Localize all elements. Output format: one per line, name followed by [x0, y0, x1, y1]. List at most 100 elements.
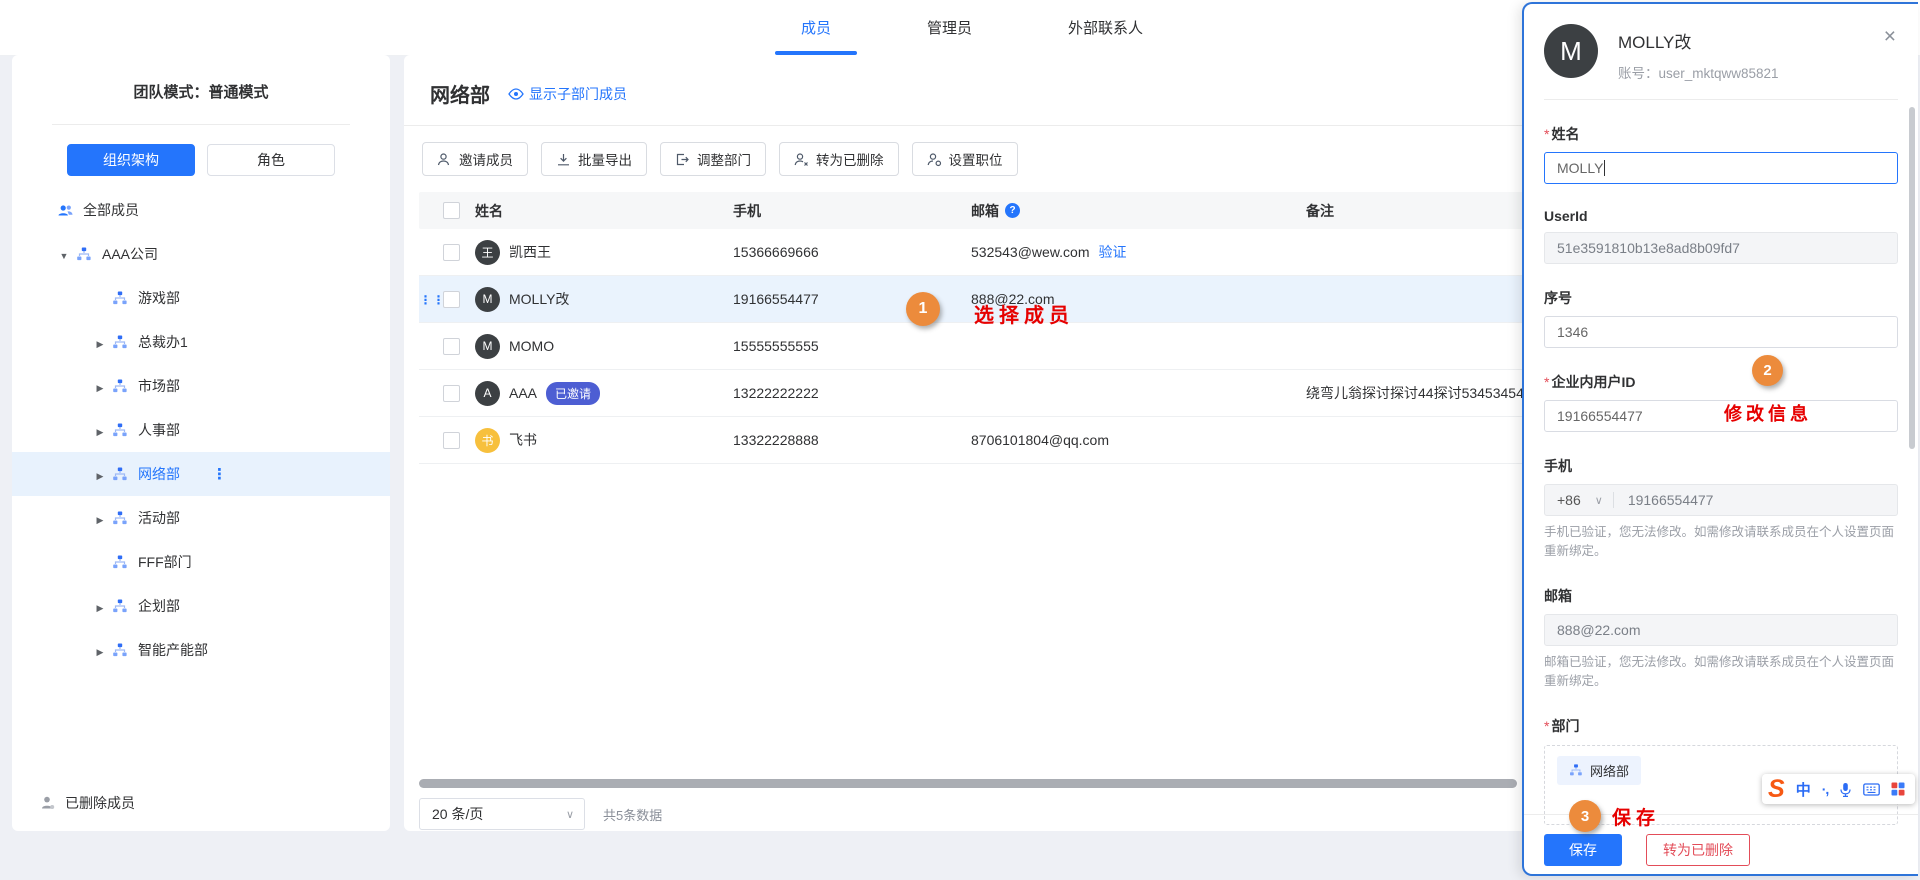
member-phone: 13222222222: [733, 385, 971, 401]
tree-item[interactable]: 活动部: [12, 496, 390, 540]
show-subdept-link[interactable]: 显示子部门成员: [508, 84, 627, 104]
ime-toolbar: S 中 ·,: [1762, 774, 1915, 804]
row-checkbox[interactable]: [443, 291, 460, 308]
panel-header: M MOLLY改 账号：user_mktqww85821: [1544, 4, 1898, 82]
org-structure-button[interactable]: 组织架构: [67, 144, 195, 176]
tab[interactable]: 成员: [775, 0, 857, 55]
member-panel: 网络部 显示子部门成员 邀请成员 批量导出 调整部门 转为已删除: [404, 55, 1545, 831]
member-phone: 15366669666: [733, 244, 971, 260]
tree-item-label: 企划部: [138, 596, 180, 616]
divider: [52, 124, 350, 125]
row-checkbox[interactable]: [443, 385, 460, 402]
close-icon[interactable]: ×: [1884, 26, 1896, 47]
caret-icon[interactable]: [93, 510, 107, 526]
sequence-input[interactable]: 1346: [1544, 316, 1898, 348]
text-cursor: [1604, 160, 1605, 176]
member-detail-panel: M MOLLY改 账号：user_mktqww85821 × 姓名 MOLLY …: [1522, 2, 1918, 876]
keyboard-icon[interactable]: [1863, 783, 1880, 796]
caret-icon[interactable]: [57, 246, 71, 262]
tree-item[interactable]: 市场部: [12, 364, 390, 408]
ime-language-toggle[interactable]: 中: [1796, 779, 1811, 800]
annotation-text-2: 修改信息: [1724, 400, 1812, 426]
department-icon: [112, 334, 129, 351]
table-row[interactable]: A AAA 已邀请 13222222222 绕弯儿翁探讨探讨44探讨534534…: [419, 370, 1530, 417]
adjust-department-button[interactable]: 调整部门: [660, 142, 766, 176]
batch-export-button[interactable]: 批量导出: [541, 142, 647, 176]
tree-item[interactable]: 总裁办1: [12, 320, 390, 364]
table-row[interactable]: 书 飞书 13322228888 8706101804@qq.com: [419, 417, 1530, 464]
caret-icon[interactable]: [93, 642, 107, 658]
caret-icon[interactable]: [93, 422, 107, 438]
invite-member-button[interactable]: 邀请成员: [422, 142, 528, 176]
table-row[interactable]: M MOMO 15555555555: [419, 323, 1530, 370]
team-mode-title: 团队模式：普通模式: [12, 81, 390, 102]
tree-item[interactable]: 智能产能部: [12, 628, 390, 672]
col-email: 邮箱?: [971, 201, 1306, 221]
tree-item[interactable]: FFF部门: [12, 540, 390, 584]
phone-help-text: 手机已验证，您无法修改。如需修改请联系成员在个人设置页面重新绑定。: [1544, 523, 1898, 562]
tab[interactable]: 外部联系人: [1042, 0, 1169, 55]
tree-item[interactable]: 企划部: [12, 584, 390, 628]
table-header: 姓名 手机 邮箱? 备注: [419, 192, 1530, 229]
department-tag[interactable]: 网络部: [1557, 756, 1641, 785]
vertical-scrollbar[interactable]: [1909, 107, 1915, 449]
caret-icon[interactable]: [93, 378, 107, 394]
tree-item[interactable]: 游戏部: [12, 276, 390, 320]
row-checkbox[interactable]: [443, 338, 460, 355]
save-button[interactable]: 保存: [1544, 834, 1622, 866]
phone-input: +86 ∨ 19166554477: [1544, 484, 1898, 516]
name-input[interactable]: MOLLY: [1544, 152, 1898, 184]
tab-label: 外部联系人: [1068, 17, 1143, 38]
select-all-checkbox[interactable]: [443, 202, 460, 219]
tree-item-label: FFF部门: [138, 552, 192, 572]
tree-item-label: 全部成员: [83, 200, 139, 220]
sogou-logo-icon[interactable]: S: [1768, 777, 1785, 802]
table-row[interactable]: 王 凯西王 15366669666 532543@wew.com 验证: [419, 229, 1530, 276]
table-body: 王 凯西王 15366669666 532543@wew.com 验证: [419, 229, 1530, 464]
tab[interactable]: 管理员: [901, 0, 998, 55]
more-menu-icon[interactable]: ⋮: [212, 465, 227, 483]
tree-item[interactable]: 全部成员: [12, 188, 390, 232]
horizontal-scrollbar[interactable]: [419, 779, 1517, 788]
person-setting-icon: [927, 152, 942, 167]
department-icon: [112, 598, 129, 615]
row-checkbox[interactable]: [443, 432, 460, 449]
page-size-select[interactable]: 20 条/页 ∨: [419, 798, 585, 830]
corp-userid-input[interactable]: 19166554477: [1544, 400, 1898, 432]
download-icon: [556, 152, 571, 167]
roles-button[interactable]: 角色: [207, 144, 335, 176]
microphone-icon[interactable]: [1839, 782, 1852, 797]
sequence-label: 序号: [1544, 288, 1898, 308]
tree-item[interactable]: 人事部: [12, 408, 390, 452]
tree-item-label: 游戏部: [138, 288, 180, 308]
department-tree: 全部成员 AAA公司 游戏部: [12, 188, 390, 672]
avatar: M: [475, 287, 500, 312]
ime-punctuation-toggle[interactable]: ·,: [1822, 781, 1829, 797]
verify-link[interactable]: 验证: [1099, 242, 1127, 262]
phone-prefix-select[interactable]: +86: [1557, 492, 1581, 508]
app-root: 成员 管理员 外部联系人 团队模式：普通模式 组织架构 角色: [0, 0, 1920, 880]
caret-icon[interactable]: [93, 598, 107, 614]
drag-handle-icon[interactable]: [419, 295, 443, 305]
caret-icon[interactable]: [93, 466, 107, 482]
member-table: 姓名 手机 邮箱? 备注 王 凯西王 15366669666: [419, 192, 1530, 464]
move-to-deleted-button[interactable]: 转为已删除: [779, 142, 899, 176]
tree-item[interactable]: AAA公司: [12, 232, 390, 276]
row-checkbox[interactable]: [443, 244, 460, 261]
member-name: MOLLY改: [1618, 28, 1779, 53]
help-icon[interactable]: ?: [1005, 203, 1020, 218]
avatar: M: [475, 334, 500, 359]
ime-panel-icon[interactable]: [1891, 782, 1905, 796]
department-icon: [76, 246, 93, 263]
department-title: 网络部: [430, 79, 490, 108]
member-phone: 15555555555: [733, 338, 971, 354]
member-email: 8706101804@qq.com: [971, 432, 1109, 448]
caret-icon[interactable]: [93, 334, 107, 350]
department-icon: [1569, 763, 1583, 777]
deleted-members-link[interactable]: 已删除成员: [40, 793, 135, 813]
move-to-deleted-button[interactable]: 转为已删除: [1646, 834, 1750, 866]
tree-item[interactable]: 网络部 ⋮: [12, 452, 390, 496]
member-name: MOLLY改: [509, 289, 569, 309]
member-remark: 绕弯儿翁探讨探讨44探讨534534543543: [1306, 383, 1530, 403]
set-position-button[interactable]: 设置职位: [912, 142, 1018, 176]
